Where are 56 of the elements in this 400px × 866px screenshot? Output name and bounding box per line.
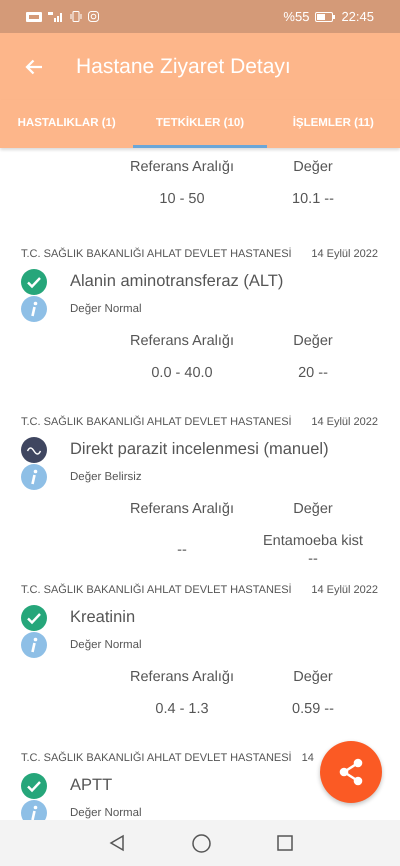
column-header: Değer: [293, 332, 333, 351]
test-name: Direkt parazit incelenmesi (manuel): [70, 440, 329, 459]
test-value: 20 --: [298, 364, 328, 382]
hospital-name: T.C. SAĞLIK BAKANLIĞI AHLAT DEVLET HASTANESİ: [21, 248, 292, 262]
column-header: Referans Aralığı: [130, 668, 234, 687]
reference-range: 0.0 - 40.0: [151, 364, 213, 381]
test-value: 10.1 --: [292, 190, 334, 208]
camera-icon: [88, 11, 99, 22]
check-icon: [21, 772, 47, 798]
info-icon: [21, 296, 47, 322]
tab[interactable]: İŞLEMLER (11): [266, 100, 400, 148]
column-header: Referans Aralığı: [130, 500, 234, 519]
battery-icon: [315, 12, 336, 22]
tab[interactable]: TETKİKLER (10): [133, 100, 267, 148]
share-icon: [338, 758, 364, 786]
column-header: Değer: [293, 668, 333, 687]
hospital-name: T.C. SAĞLIK BAKANLIĞI AHLAT DEVLET HASTANESİ: [21, 584, 292, 598]
reference-range: 0.4 - 1.3: [155, 700, 209, 717]
column-header: Değer: [293, 158, 333, 177]
back-nav-button[interactable]: [108, 834, 126, 852]
test-date: 14 Eylül 2022: [311, 416, 378, 430]
result-status: Değer Normal: [70, 302, 142, 314]
wave-icon: [21, 436, 47, 462]
column-header: Referans Aralığı: [130, 332, 234, 351]
hospital-name: T.C. SAĞLIK BAKANLIĞI AHLAT DEVLET HASTANESİ: [21, 416, 292, 430]
recents-nav-button[interactable]: [276, 835, 292, 851]
test-date: 14 Eylül 2022: [311, 248, 378, 262]
result-status: Değer Belirsiz: [70, 470, 142, 482]
test-date: 14: [302, 752, 314, 766]
home-nav-button[interactable]: [192, 834, 210, 852]
clock-time: 22:45: [341, 9, 374, 24]
reference-range: --: [177, 541, 187, 558]
result-status: Değer Normal: [70, 638, 142, 650]
network-icon: [26, 12, 42, 22]
tab[interactable]: HASTALIKLAR (1): [0, 100, 134, 148]
info-icon: [21, 464, 47, 490]
battery-percentage: %55: [283, 9, 310, 24]
signal-icon: [48, 11, 64, 22]
column-header: Değer: [293, 500, 333, 519]
check-icon: [21, 604, 47, 630]
back-arrow-icon: [25, 58, 43, 74]
info-icon: [21, 632, 47, 658]
test-name: APTT: [70, 776, 112, 795]
reference-range: 10 - 50: [159, 190, 205, 207]
test-name: Kreatinin: [70, 608, 136, 627]
screen-title: Hastane Ziyaret Detayı: [76, 54, 291, 78]
test-value: 0.59 --: [292, 700, 334, 718]
test-date: 14 Eylül 2022: [311, 584, 378, 598]
column-header: Referans Aralığı: [130, 158, 234, 177]
hospital-name: T.C. SAĞLIK BAKANLIĞI AHLAT DEVLET HASTANESİ: [21, 752, 292, 766]
check-icon: [21, 268, 47, 294]
result-status: Değer Normal: [70, 806, 142, 818]
test-value: Entamoeba kist --: [263, 532, 363, 568]
test-name: Alanin aminotransferaz (ALT): [70, 272, 284, 291]
vibrate-icon: [70, 11, 82, 22]
share-button[interactable]: [320, 741, 382, 803]
